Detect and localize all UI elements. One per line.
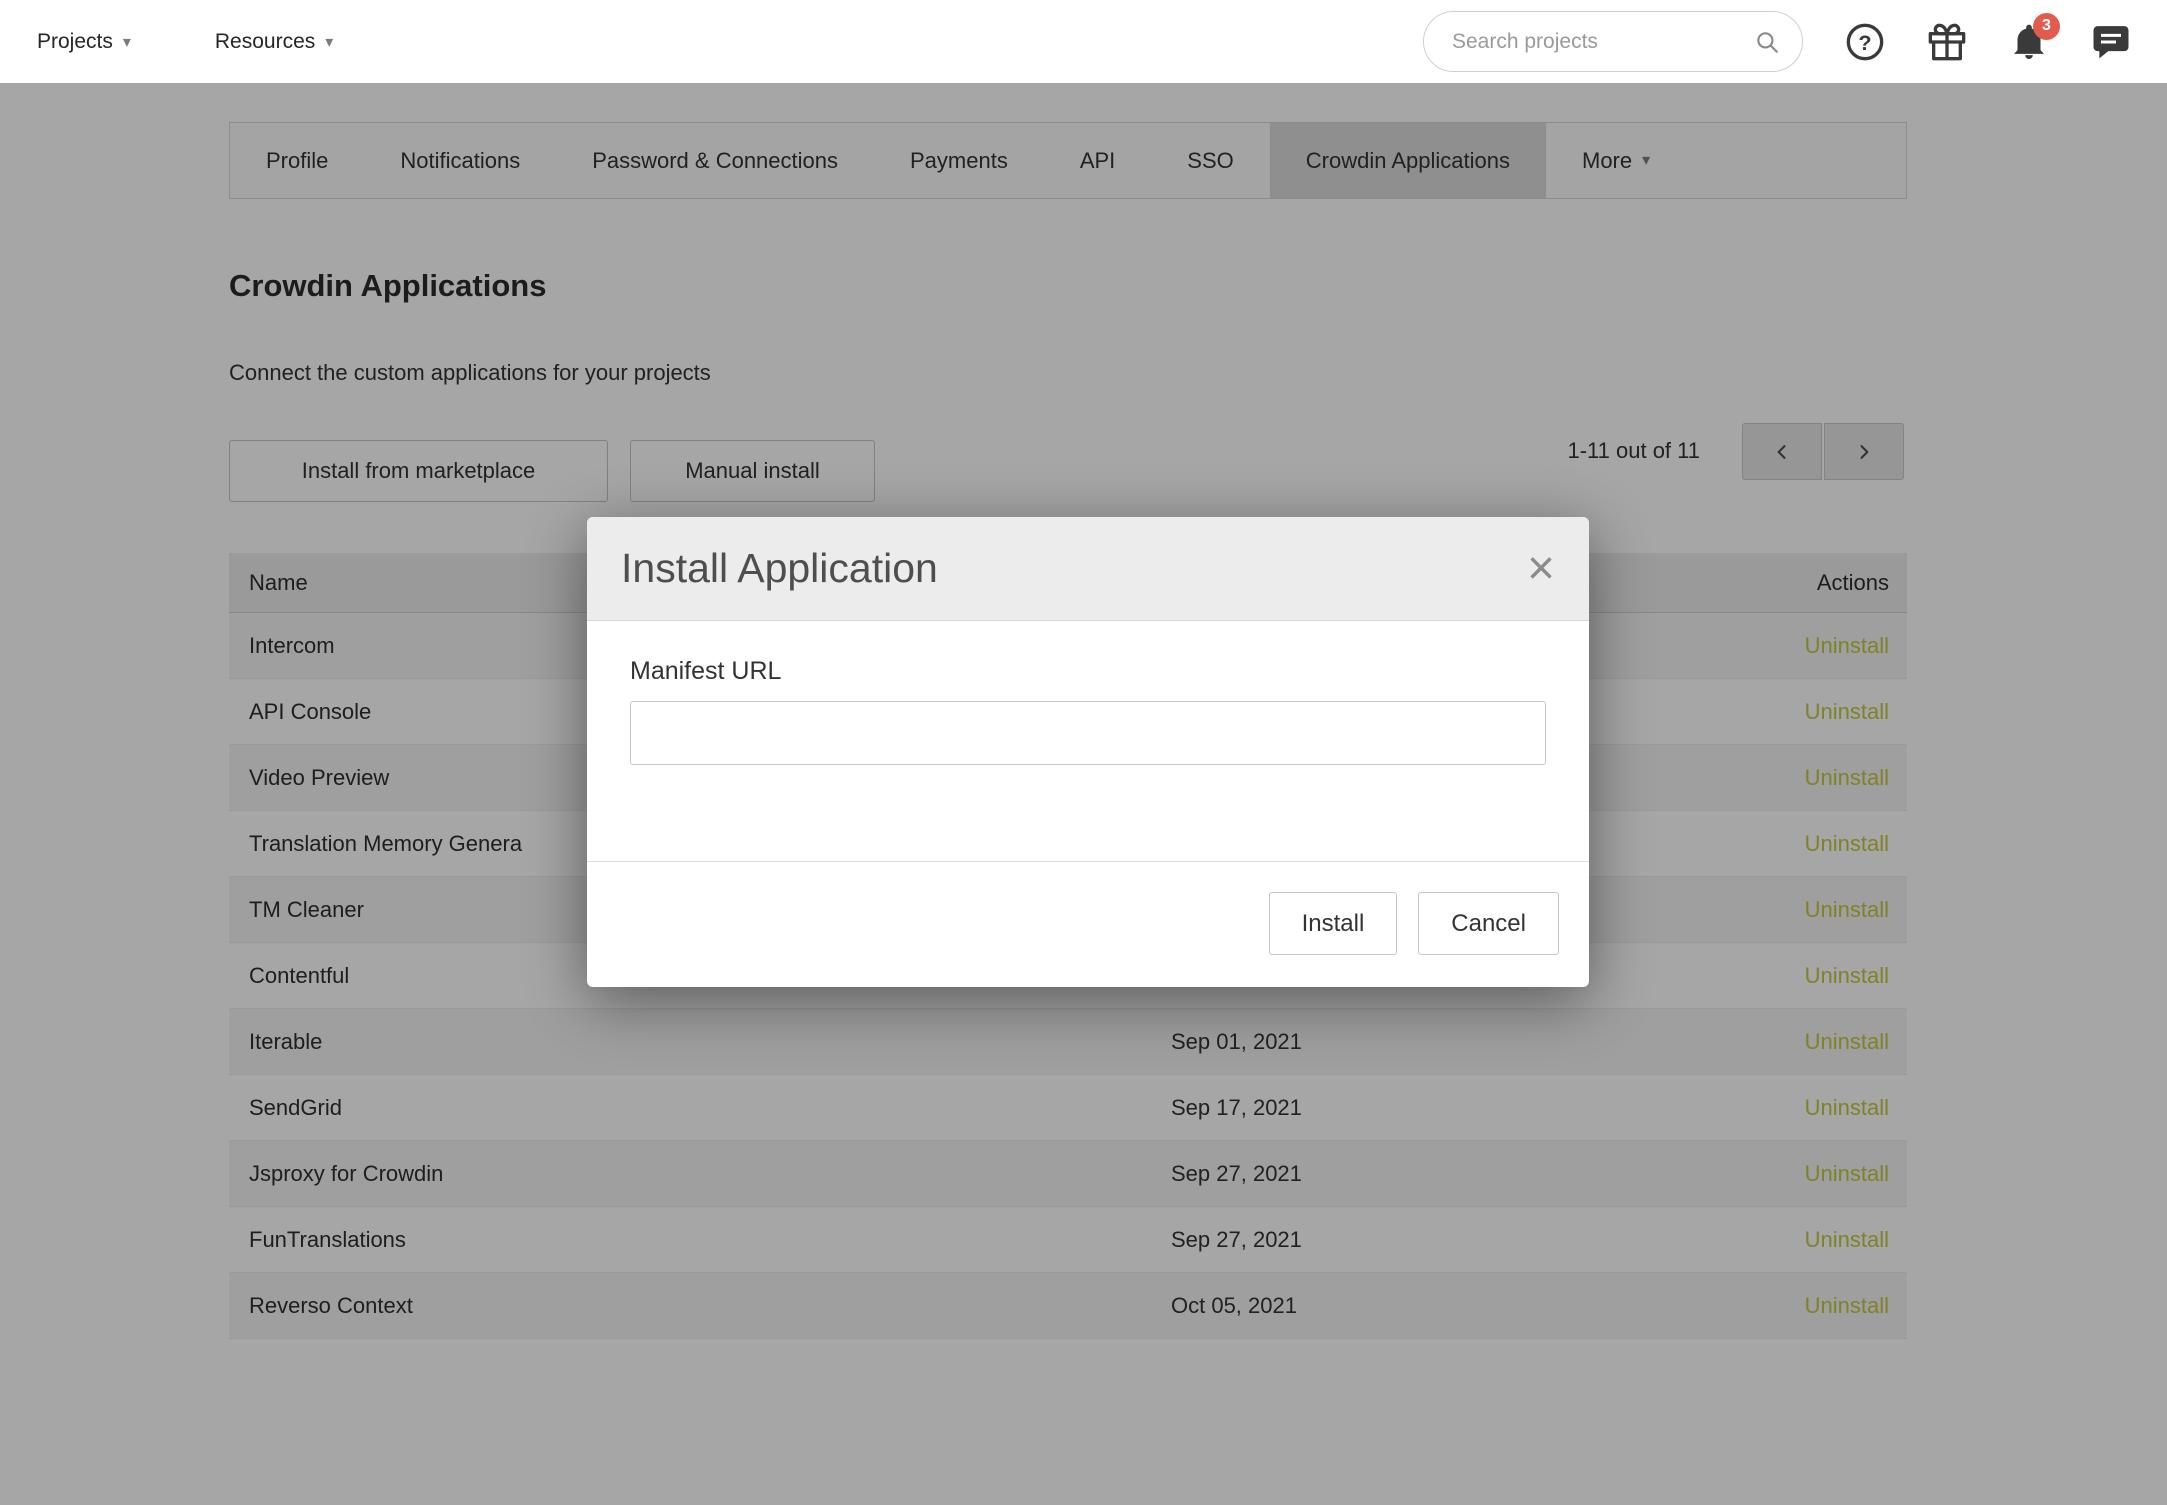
projects-menu[interactable]: Projects ▾ (37, 30, 131, 54)
search-icon (1754, 29, 1780, 55)
svg-text:?: ? (1858, 29, 1871, 54)
install-application-modal: Install Application × Manifest URL Insta… (587, 517, 1589, 987)
chevron-down-icon: ▾ (123, 32, 131, 52)
modal-title: Install Application (621, 545, 938, 592)
resources-menu-label: Resources (215, 30, 315, 54)
screen: Projects ▾ Resources ▾ ? (0, 0, 2167, 1505)
search-input[interactable] (1424, 30, 1754, 54)
notification-badge: 3 (2033, 13, 2060, 40)
help-icon: ? (1845, 22, 1885, 62)
help-button[interactable]: ? (1845, 22, 1885, 62)
modal-header: Install Application × (587, 517, 1589, 621)
manifest-url-input[interactable] (630, 701, 1546, 765)
projects-menu-label: Projects (37, 30, 113, 54)
modal-footer: Install Cancel (587, 861, 1589, 987)
gift-icon (1927, 22, 1967, 62)
notifications-button[interactable]: 3 (2009, 22, 2049, 62)
resources-menu[interactable]: Resources ▾ (215, 30, 333, 54)
chevron-down-icon: ▾ (325, 32, 333, 52)
cancel-button[interactable]: Cancel (1418, 892, 1559, 955)
chat-button[interactable] (2091, 22, 2131, 62)
gift-button[interactable] (1927, 22, 1967, 62)
modal-body: Manifest URL (587, 621, 1589, 765)
chat-icon (2091, 22, 2131, 62)
install-button[interactable]: Install (1269, 892, 1398, 955)
manifest-url-label: Manifest URL (630, 657, 1546, 686)
nav-right-cluster: ? 3 (1423, 11, 2131, 72)
search-box[interactable] (1423, 11, 1803, 72)
top-nav: Projects ▾ Resources ▾ ? (0, 0, 2167, 83)
close-icon[interactable]: × (1527, 545, 1555, 593)
